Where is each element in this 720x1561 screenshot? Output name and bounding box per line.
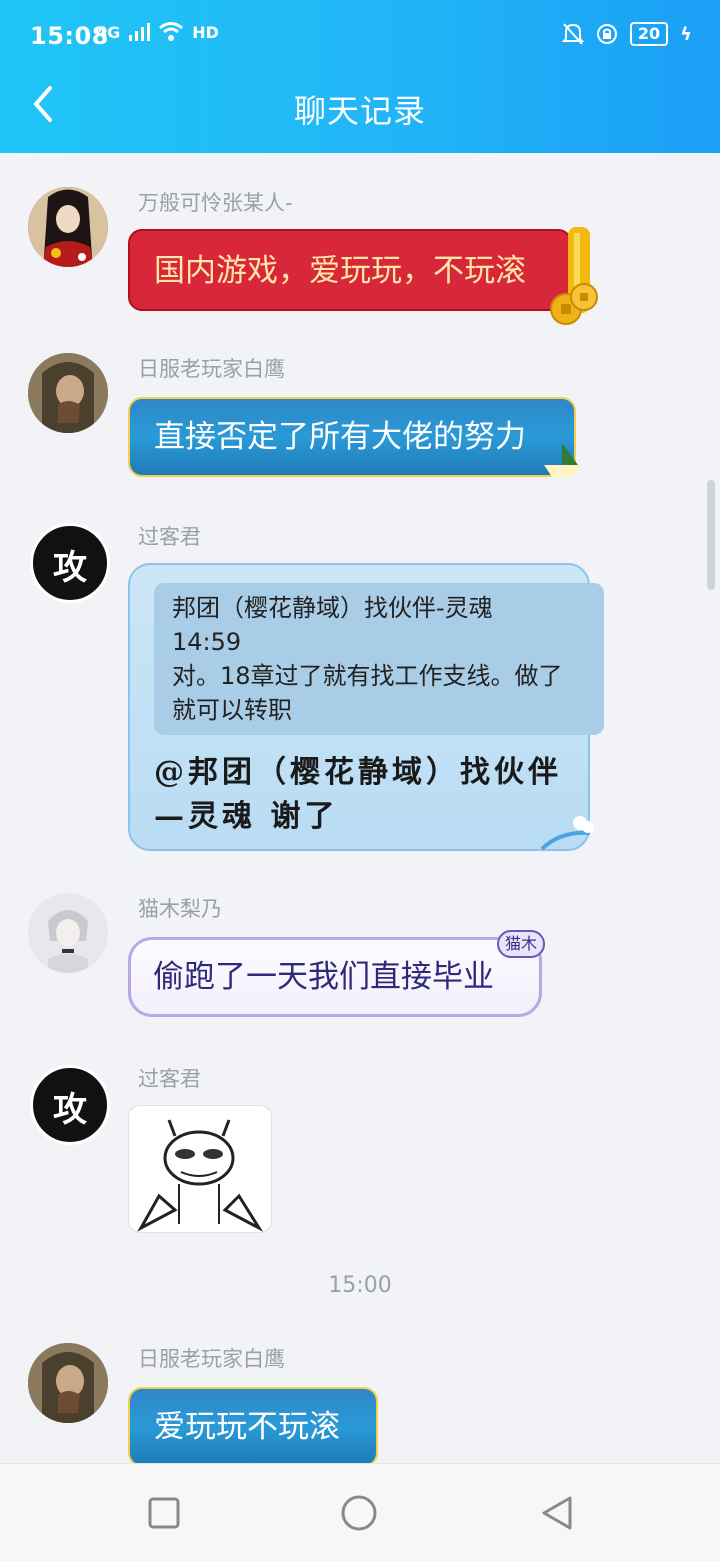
avatar-illustration <box>28 1343 108 1423</box>
signal-group: 4G HD <box>96 22 219 42</box>
time-divider: 15:00 <box>328 1273 392 1298</box>
paper-boat-icon <box>544 443 582 477</box>
sender-name: 万般可怜张某人- <box>138 191 293 215</box>
sender-name: 猫木梨乃 <box>138 897 222 921</box>
gold-coin-icon <box>550 283 598 325</box>
lock-circle-icon <box>596 24 617 44</box>
name-badge: 猫木 <box>496 930 545 958</box>
sender-name: 日服老玩家白鹰 <box>138 1347 285 1371</box>
message-bubble-ocean[interactable]: 爱玩玩不玩滚 <box>128 1387 378 1463</box>
message-text: 偷跑了一天我们直接毕业 <box>153 959 494 995</box>
avatar-text: 攻 <box>53 1090 87 1130</box>
devil-sketch-sticker <box>137 1119 264 1232</box>
wave-decoration-icon <box>540 816 594 851</box>
quote-text: 对。18章过了就有找工作支线。做了就可以转职 <box>172 662 563 724</box>
sender-name: 过客君 <box>138 1067 201 1091</box>
system-nav-bar <box>0 1463 720 1561</box>
message-row: 日服老玩家白鹰 直接否定了所有大佬的努力 <box>0 349 720 489</box>
reply-line-1: @邦团（樱花静域）找伙伴 <box>154 755 562 790</box>
message-bubble-light-blue[interactable]: 邦团（樱花静域）找伙伴-灵魂 14:59 对。18章过了就有找工作支线。做了就可… <box>128 563 604 851</box>
reply-text: @邦团（樱花静域）找伙伴 —灵魂 谢了 <box>154 751 574 839</box>
avatar-illustration <box>28 893 108 973</box>
triangle-left-icon[interactable] <box>540 1495 574 1531</box>
avatar[interactable] <box>28 893 108 973</box>
message-bubble-lavender[interactable]: 偷跑了一天我们直接毕业 猫木 <box>128 930 545 1017</box>
message-row: 万般可怜张某人- 国内游戏，爱玩玩，不玩滚 <box>0 183 720 325</box>
battery-indicator: 20 <box>629 22 669 46</box>
avatar[interactable] <box>28 187 108 267</box>
quoted-message[interactable]: 邦团（樱花静域）找伙伴-灵魂 14:59 对。18章过了就有找工作支线。做了就可… <box>154 583 604 735</box>
reply-line-2: —灵魂 谢了 <box>154 799 339 834</box>
avatar[interactable] <box>28 1343 108 1423</box>
sender-name: 过客君 <box>138 525 201 549</box>
avatar-text: 攻 <box>53 548 87 588</box>
status-bar: 15:08 4G HD 20 ϟ <box>0 0 720 72</box>
avatar-illustration <box>28 187 108 267</box>
message-bubble-red-envelope[interactable]: 国内游戏，爱玩玩，不玩滚 <box>128 227 598 325</box>
image-message[interactable] <box>128 1105 272 1233</box>
message-text: 国内游戏，爱玩玩，不玩滚 <box>154 253 526 289</box>
square-icon[interactable] <box>148 1497 180 1529</box>
scrollbar[interactable] <box>707 480 715 590</box>
quote-time: 14:59 <box>172 628 242 656</box>
chat-history[interactable]: 万般可怜张某人- 国内游戏，爱玩玩，不玩滚 日服老玩家白鹰 直接否定了所有大佬的… <box>0 153 720 1463</box>
message-row: 攻 过客君 <box>0 1057 720 1257</box>
message-row: 日服老玩家白鹰 爱玩玩不玩滚 <box>0 1339 720 1463</box>
status-right: 20 ϟ <box>561 22 692 46</box>
message-row: 攻 过客君 邦团（樱花静域）找伙伴-灵魂 14:59 对。18章过了就有找工作支… <box>0 515 720 865</box>
hd-label: HD <box>192 22 219 42</box>
bell-off-icon <box>561 23 584 45</box>
avatar[interactable] <box>28 353 108 433</box>
message-text: 直接否定了所有大佬的努力 <box>154 419 526 455</box>
quote-header: 邦团（樱花静域）找伙伴-灵魂 <box>172 594 493 622</box>
message-text: 爱玩玩不玩滚 <box>154 1409 340 1445</box>
sender-name: 日服老玩家白鹰 <box>138 357 285 381</box>
message-row: 猫木梨乃 偷跑了一天我们直接毕业 猫木 <box>0 889 720 1029</box>
network-type: 4G <box>96 22 121 42</box>
message-bubble-ocean[interactable]: 直接否定了所有大佬的努力 <box>128 397 582 477</box>
page-title: 聊天记录 <box>293 92 426 130</box>
avatar[interactable]: 攻 <box>30 523 110 603</box>
top-bar: 15:08 4G HD 20 ϟ 聊天记录 <box>0 0 720 153</box>
circle-icon[interactable] <box>340 1494 378 1532</box>
avatar[interactable]: 攻 <box>30 1065 110 1145</box>
wifi-icon <box>159 22 184 41</box>
avatar-illustration <box>28 353 108 433</box>
bolt-icon: ϟ <box>680 23 692 45</box>
signal-icon <box>129 23 151 41</box>
